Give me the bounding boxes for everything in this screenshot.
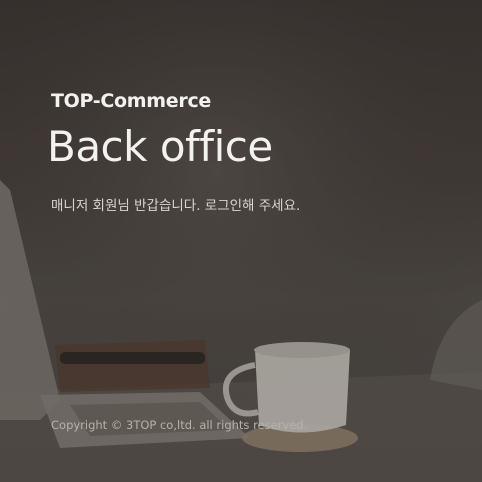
greeting-text: 매니저 회원님 반갑습니다. 로그인해 주세요. — [51, 198, 301, 214]
dark-overlay — [0, 0, 482, 482]
login-splash: TOP-Commerce Back office 매니저 회원님 반갑습니다. … — [0, 0, 482, 482]
brand-name: TOP-Commerce — [51, 90, 211, 112]
page-title: Back office — [47, 122, 273, 171]
copyright-text: Copyright © 3TOP co,ltd. all rights rese… — [51, 418, 308, 432]
